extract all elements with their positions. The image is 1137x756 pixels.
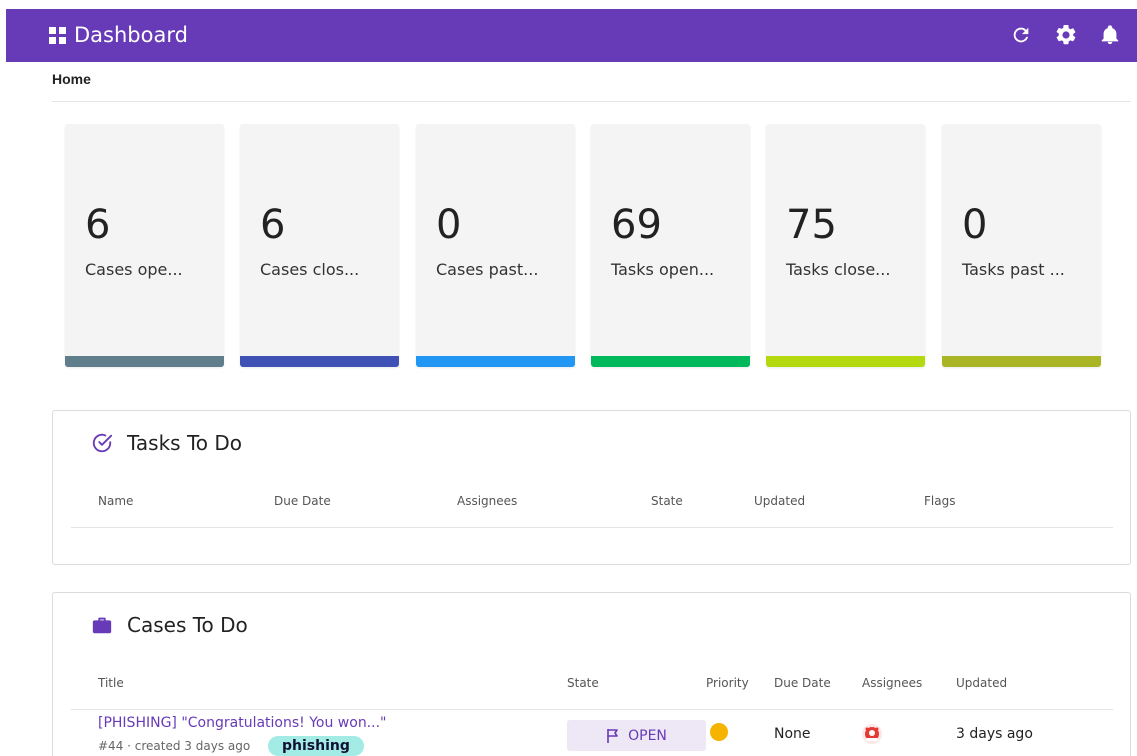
stat-value: 69: [611, 202, 662, 248]
column-header-assignees[interactable]: Assignees: [862, 676, 922, 690]
state-button[interactable]: OPEN: [567, 720, 706, 751]
cases-panel-title: Cases To Do: [127, 613, 248, 637]
case-meta: #44 · created 3 days ago: [98, 739, 251, 753]
stat-card-cases-past-due[interactable]: 0 Cases past...: [416, 124, 575, 367]
stat-card-cases-open[interactable]: 6 Cases ope...: [65, 124, 224, 367]
table-divider: [71, 709, 1113, 710]
avatar[interactable]: [861, 723, 883, 745]
column-header-state[interactable]: State: [567, 676, 599, 690]
stat-card-tasks-closed[interactable]: 75 Tasks close...: [766, 124, 925, 367]
column-header-due-date[interactable]: Due Date: [274, 494, 331, 508]
stat-color-bar: [591, 356, 750, 367]
stat-label: Cases clos...: [260, 260, 360, 279]
stat-value: 6: [260, 202, 286, 248]
column-header-name[interactable]: Name: [98, 494, 133, 508]
stat-card-tasks-past-due[interactable]: 0 Tasks past ...: [942, 124, 1101, 367]
panel-title: Tasks To Do: [91, 431, 242, 455]
stat-value: 0: [436, 202, 462, 248]
table-divider: [71, 527, 1113, 528]
tasks-to-do-panel: Tasks To Do Name Due Date Assignees Stat…: [52, 410, 1131, 565]
stat-value: 0: [962, 202, 988, 248]
panel-title: Cases To Do: [91, 613, 248, 637]
stat-color-bar: [942, 356, 1101, 367]
case-title-link[interactable]: [PHISHING] "Congratulations! You won...": [98, 715, 386, 731]
column-header-due-date[interactable]: Due Date: [774, 676, 831, 690]
gear-icon[interactable]: [1054, 23, 1078, 47]
priority-indicator: [710, 723, 728, 741]
app-title: Dashboard: [74, 23, 188, 47]
column-header-updated[interactable]: Updated: [754, 494, 805, 508]
breadcrumb[interactable]: Home: [52, 71, 91, 87]
stat-color-bar: [240, 356, 399, 367]
column-header-priority[interactable]: Priority: [706, 676, 749, 690]
stat-color-bar: [65, 356, 224, 367]
stat-card-tasks-open[interactable]: 69 Tasks open...: [591, 124, 750, 367]
due-date-value: None: [774, 726, 811, 742]
stat-value: 6: [85, 202, 111, 248]
stat-value: 75: [786, 202, 837, 248]
state-label: OPEN: [628, 727, 667, 744]
check-circle-icon: [91, 432, 113, 454]
column-header-title[interactable]: Title: [98, 676, 124, 690]
bell-icon[interactable]: [1098, 23, 1122, 47]
stat-label: Tasks close...: [786, 260, 891, 279]
top-app-bar: Dashboard: [6, 9, 1137, 62]
stat-color-bar: [766, 356, 925, 367]
stat-card-cases-closed[interactable]: 6 Cases clos...: [240, 124, 399, 367]
divider: [52, 101, 1131, 102]
stat-label: Cases past...: [436, 260, 539, 279]
column-header-assignees[interactable]: Assignees: [457, 494, 517, 508]
tag-badge[interactable]: phishing: [268, 736, 364, 756]
stat-label: Tasks open...: [611, 260, 715, 279]
flag-icon: [607, 728, 618, 743]
brand[interactable]: Dashboard: [49, 21, 188, 49]
briefcase-icon: [91, 614, 113, 636]
refresh-icon[interactable]: [1009, 23, 1033, 47]
column-header-state[interactable]: State: [651, 494, 683, 508]
stat-color-bar: [416, 356, 575, 367]
stat-label: Tasks past ...: [962, 260, 1065, 279]
stat-label: Cases ope...: [85, 260, 183, 279]
column-header-flags[interactable]: Flags: [924, 494, 955, 508]
cases-to-do-panel: Cases To Do Title State Priority Due Dat…: [52, 592, 1131, 756]
updated-value: 3 days ago: [956, 726, 1033, 742]
column-header-updated[interactable]: Updated: [956, 676, 1007, 690]
dashboard-grid-icon: [49, 26, 66, 44]
tasks-panel-title: Tasks To Do: [127, 431, 242, 455]
